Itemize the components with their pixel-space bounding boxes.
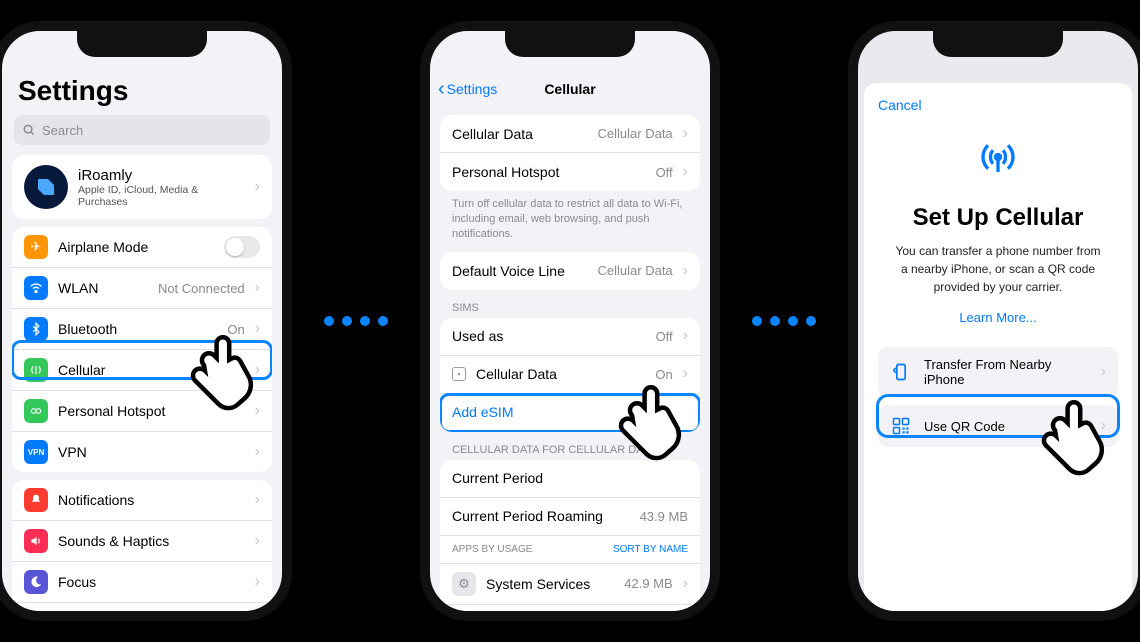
- row-bluetooth[interactable]: Bluetooth On ›: [12, 309, 272, 350]
- back-button[interactable]: ‹ Settings: [438, 78, 497, 101]
- row-safari[interactable]: Safari 202 KB: [440, 605, 700, 611]
- chevron-right-icon: ›: [255, 402, 260, 420]
- row-system-services[interactable]: ⚙ System Services 42.9 MB ›: [440, 564, 700, 605]
- chevron-right-icon: ›: [683, 575, 688, 593]
- chevron-right-icon: ›: [255, 532, 260, 550]
- qr-code-icon: [890, 415, 912, 437]
- row-airplane[interactable]: ✈ Airplane Mode: [12, 227, 272, 268]
- row-cellular-data[interactable]: Cellular Data Cellular Data ›: [440, 115, 700, 153]
- chevron-right-icon: ›: [255, 279, 260, 297]
- account-subtitle: Apple ID, iCloud, Media & Purchases: [78, 184, 245, 208]
- option-transfer-iphone[interactable]: Transfer From Nearby iPhone ›: [878, 347, 1118, 397]
- chevron-right-icon: ›: [683, 163, 688, 181]
- row-current-period-roaming[interactable]: Current Period Roaming 43.9 MB: [440, 498, 700, 536]
- chevron-left-icon: ‹: [438, 78, 445, 101]
- sounds-icon: [24, 529, 48, 553]
- transfer-icon: [890, 361, 912, 383]
- apps-header-row: APPS BY USAGE SORT BY NAME: [440, 536, 700, 564]
- cancel-button[interactable]: Cancel: [878, 97, 922, 113]
- row-wlan[interactable]: WLAN Not Connected ›: [12, 268, 272, 309]
- row-cellular[interactable]: Cellular ›: [12, 350, 272, 391]
- page-title: Settings: [2, 69, 282, 115]
- search-placeholder: Search: [42, 123, 83, 138]
- row-current-period[interactable]: Current Period: [440, 460, 700, 498]
- settings-group-1: ✈ Airplane Mode WLAN Not Connected › Blu…: [12, 227, 272, 472]
- avatar: [24, 165, 68, 209]
- airplane-toggle[interactable]: [224, 236, 260, 258]
- vpn-icon: VPN: [24, 440, 48, 464]
- setup-title: Set Up Cellular: [913, 204, 1084, 232]
- account-name: iRoamly: [78, 167, 245, 184]
- chevron-right-icon: ›: [683, 262, 688, 280]
- apps-usage-label: APPS BY USAGE: [452, 544, 532, 555]
- row-focus[interactable]: Focus ›: [12, 562, 272, 603]
- chevron-right-icon: ›: [683, 365, 688, 383]
- sims-header: SIMs: [430, 290, 710, 318]
- account-row[interactable]: iRoamly Apple ID, iCloud, Media & Purcha…: [12, 155, 272, 219]
- chevron-right-icon: ›: [1101, 363, 1106, 381]
- sim-icon: ▪: [452, 367, 466, 381]
- phone-cellular: ‹ Settings Cellular Cellular Data Cellul…: [420, 21, 720, 621]
- row-add-esim[interactable]: Add eSIM: [440, 394, 700, 432]
- search-input[interactable]: Search: [14, 115, 270, 145]
- wifi-icon: [24, 276, 48, 300]
- row-sim-used[interactable]: Used as Off ›: [440, 318, 700, 356]
- phone-setup-cellular: Cancel Set Up Cellular You can transfer …: [848, 21, 1140, 621]
- gear-icon: ⚙: [452, 572, 476, 596]
- bluetooth-icon: [24, 317, 48, 341]
- antenna-icon: [978, 137, 1018, 186]
- chevron-right-icon: ›: [255, 491, 260, 509]
- row-personal-hotspot[interactable]: Personal Hotspot Off ›: [440, 153, 700, 191]
- search-icon: [22, 123, 36, 137]
- row-screentime[interactable]: Screen Time ›: [12, 603, 272, 611]
- navbar: ‹ Settings Cellular: [430, 69, 710, 109]
- footer-note: Turn off cellular data to restrict all d…: [430, 191, 710, 242]
- notch: [933, 31, 1063, 57]
- airplane-icon: ✈: [24, 235, 48, 259]
- row-default-voice[interactable]: Default Voice Line Cellular Data ›: [440, 252, 700, 290]
- row-hotspot[interactable]: Personal Hotspot ›: [12, 391, 272, 432]
- chevron-right-icon: ›: [683, 125, 688, 143]
- row-vpn[interactable]: VPN VPN ›: [12, 432, 272, 472]
- learn-more-link[interactable]: Learn More...: [959, 310, 1036, 325]
- notch: [505, 31, 635, 57]
- cellular-icon: [24, 358, 48, 382]
- phone-settings: Settings Search iRoamly Apple ID, iCloud…: [0, 21, 292, 621]
- row-notifications[interactable]: Notifications ›: [12, 480, 272, 521]
- settings-group-2: Notifications › Sounds & Haptics › Focus…: [12, 480, 272, 611]
- hotspot-icon: [24, 399, 48, 423]
- chevron-right-icon: ›: [1101, 417, 1106, 435]
- notch: [77, 31, 207, 57]
- focus-icon: [24, 570, 48, 594]
- chevron-right-icon: ›: [255, 178, 260, 196]
- chevron-right-icon: ›: [255, 320, 260, 338]
- notifications-icon: [24, 488, 48, 512]
- chevron-right-icon: ›: [255, 443, 260, 461]
- setup-description: You can transfer a phone number from a n…: [878, 242, 1118, 296]
- nav-title: Cellular: [544, 81, 595, 97]
- row-sim-cellular[interactable]: ▪ Cellular Data On ›: [440, 356, 700, 394]
- step-dots: [752, 316, 816, 326]
- chevron-right-icon: ›: [255, 361, 260, 379]
- row-sounds[interactable]: Sounds & Haptics ›: [12, 521, 272, 562]
- option-qr-code[interactable]: Use QR Code ›: [878, 405, 1118, 447]
- data-header: CELLULAR DATA FOR CELLULAR DATA: [430, 432, 710, 460]
- chevron-right-icon: ›: [255, 573, 260, 591]
- step-dots: [324, 316, 388, 326]
- sort-button[interactable]: SORT BY NAME: [613, 544, 688, 555]
- chevron-right-icon: ›: [683, 327, 688, 345]
